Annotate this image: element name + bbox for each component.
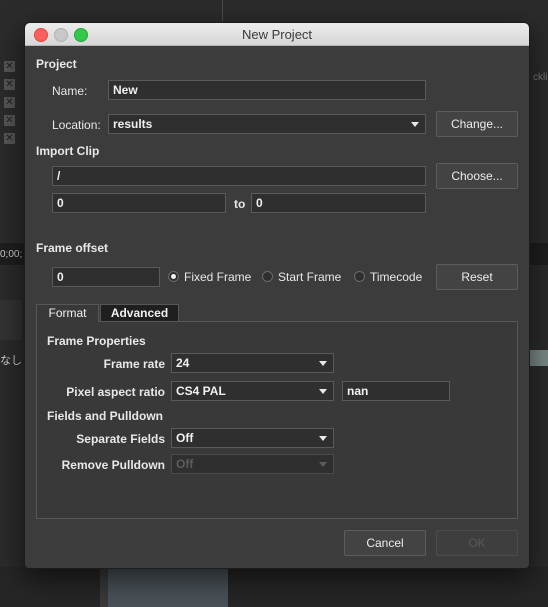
timecode-radio[interactable] — [354, 271, 365, 282]
import-clip-section-label: Import Clip — [36, 144, 100, 158]
timecode-label: Timecode — [370, 270, 423, 284]
clip-end-field[interactable]: 0 — [251, 193, 426, 213]
change-location-button[interactable]: Change... — [436, 111, 518, 137]
start-frame-label: Start Frame — [278, 270, 342, 284]
location-label: Location: — [52, 118, 101, 132]
bg-close-icon: ✕ — [4, 61, 15, 72]
cancel-button[interactable]: Cancel — [344, 530, 426, 556]
pixel-aspect-label: Pixel aspect ratio — [66, 385, 165, 399]
pixel-aspect-select[interactable]: CS4 PAL — [171, 381, 334, 401]
pixel-aspect-number-field[interactable]: nan — [342, 381, 450, 401]
reset-button[interactable]: Reset — [436, 264, 518, 290]
location-select[interactable]: results — [108, 114, 426, 134]
chevron-down-icon — [411, 122, 419, 127]
to-label: to — [234, 197, 246, 211]
separate-fields-select[interactable]: Off — [171, 428, 334, 448]
project-section-label: Project — [36, 57, 77, 71]
ok-button[interactable]: OK — [436, 530, 518, 556]
chevron-down-icon — [319, 361, 327, 366]
chevron-down-icon — [319, 462, 327, 467]
frame-properties-label: Frame Properties — [47, 334, 146, 348]
clip-start-field[interactable]: 0 — [52, 193, 226, 213]
separate-fields-value: Off — [176, 431, 194, 445]
frame-offset-field[interactable]: 0 — [52, 267, 160, 287]
fields-pulldown-label: Fields and Pulldown — [47, 409, 164, 423]
frame-rate-select[interactable]: 24 — [171, 353, 334, 373]
frame-offset-section-label: Frame offset — [36, 241, 109, 255]
chevron-down-icon — [319, 436, 327, 441]
bg-close-icon: ✕ — [4, 133, 15, 144]
chevron-down-icon — [319, 389, 327, 394]
location-select-value: results — [113, 117, 153, 131]
new-project-dialog: New Project Project Name: New Location: … — [24, 22, 530, 569]
bg-jp-text: なし — [0, 355, 22, 367]
name-field[interactable]: New — [108, 80, 426, 100]
bg-close-icon: ✕ — [4, 115, 15, 126]
fixed-frame-label: Fixed Frame — [184, 270, 252, 284]
bg-partial-text: ckli — [533, 72, 548, 83]
format-panel: Frame Properties Frame rate 24 Pixel asp… — [36, 321, 518, 519]
tab-format[interactable]: Format — [36, 304, 99, 322]
choose-clip-button[interactable]: Choose... — [436, 163, 518, 189]
frame-rate-value: 24 — [176, 356, 190, 370]
bg-close-icon: ✕ — [4, 97, 15, 108]
name-label: Name: — [52, 84, 88, 98]
separate-fields-label: Separate Fields — [76, 432, 165, 446]
window-title: New Project — [241, 27, 313, 42]
title-bar: New Project — [25, 23, 529, 46]
bg-close-icon: ✕ — [4, 79, 15, 90]
remove-pulldown-select: Off — [171, 454, 334, 474]
frame-rate-label: Frame rate — [103, 357, 165, 371]
remove-pulldown-value: Off — [176, 457, 194, 471]
fixed-frame-radio[interactable] — [168, 271, 179, 282]
pixel-aspect-value: CS4 PAL — [176, 384, 226, 398]
tab-advanced[interactable]: Advanced — [100, 304, 179, 322]
start-frame-radio[interactable] — [262, 271, 273, 282]
remove-pulldown-label: Remove Pulldown — [61, 458, 165, 472]
import-clip-path-field[interactable]: / — [52, 166, 426, 186]
bg-timecode: 0;00; — [0, 249, 23, 260]
